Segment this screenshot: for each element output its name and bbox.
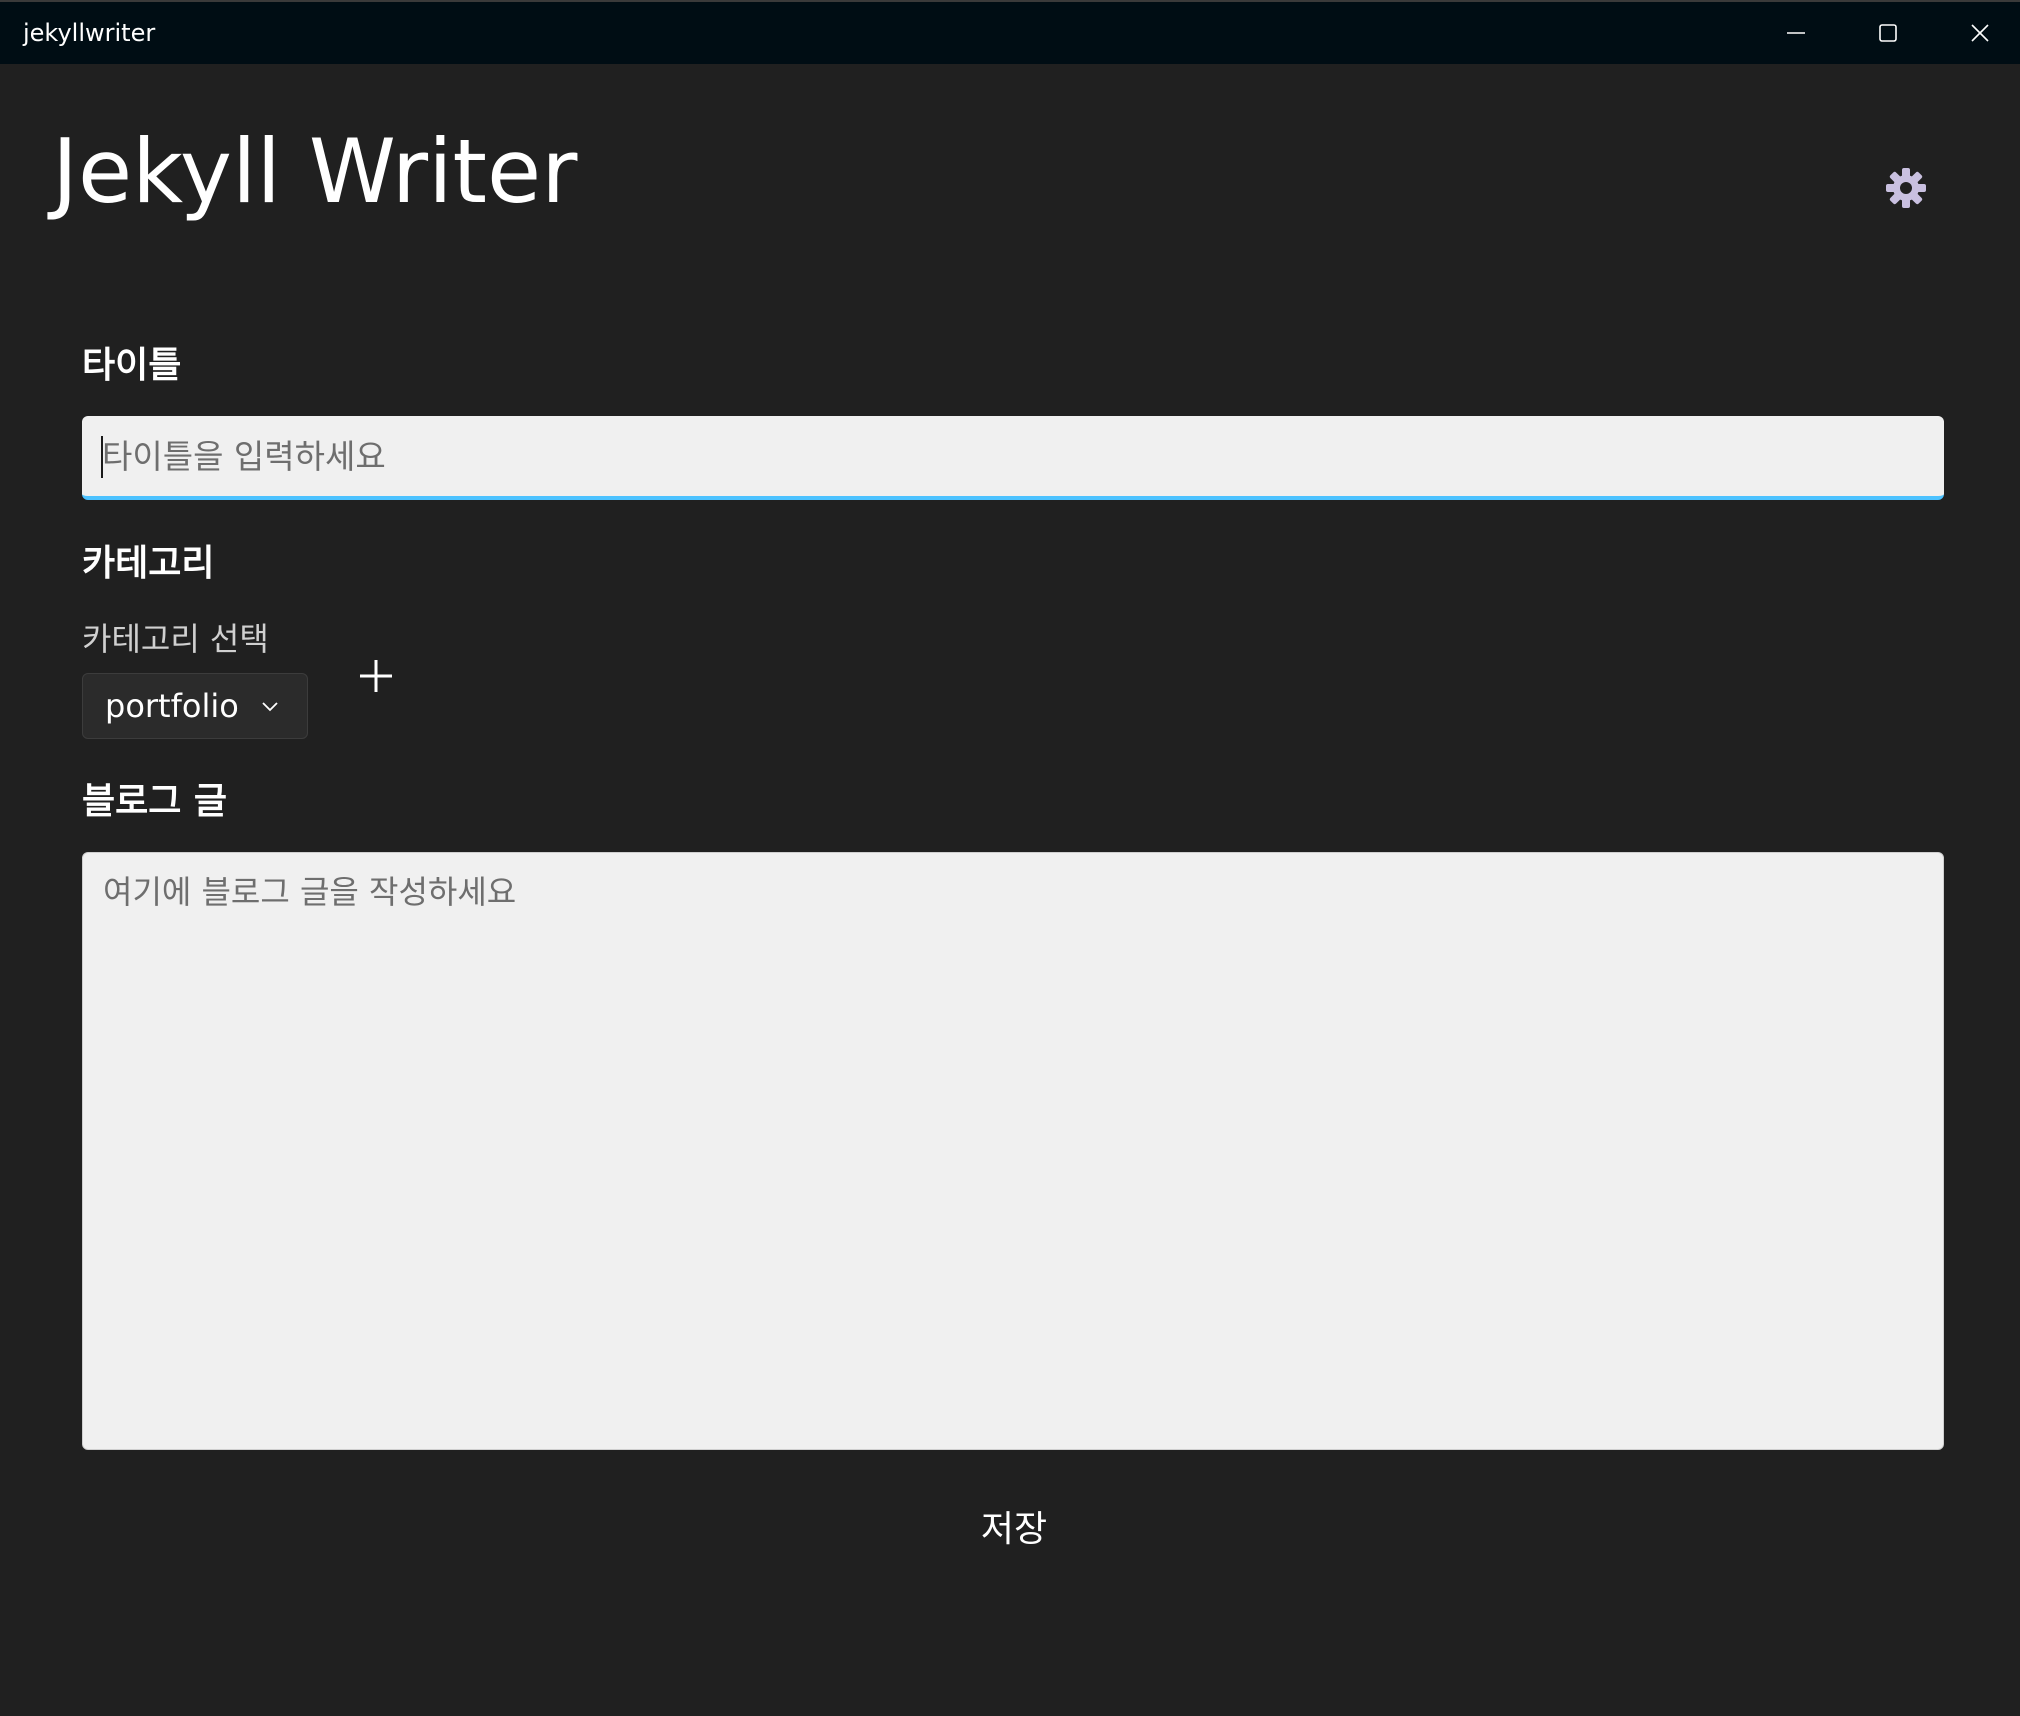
category-selected-value: portfolio [105,687,239,725]
save-button[interactable]: 저장 [940,1496,1088,1556]
title-input[interactable] [82,416,1944,500]
close-button[interactable] [1934,2,2020,64]
post-label: 블로그 글 [82,781,228,822]
maximize-icon [1877,22,1899,44]
text-caret [101,436,103,478]
post-textarea[interactable] [82,852,1944,1450]
gear-icon [1885,167,1927,213]
category-label: 카테고리 [82,543,215,584]
category-dropdown[interactable]: portfolio [82,673,308,739]
title-label: 타이틀 [82,345,182,386]
chevron-down-icon [261,698,279,717]
close-icon [1969,22,1991,44]
minimize-button[interactable] [1750,2,1842,64]
settings-button[interactable] [1878,162,1934,218]
maximize-button[interactable] [1842,2,1934,64]
app-title: Jekyll Writer [52,120,578,223]
window-titlebar: jekyllwriter [0,0,2020,64]
minimize-icon [1785,22,1807,44]
window-app-name: jekyllwriter [23,19,156,47]
plus-icon [352,660,400,704]
add-category-button[interactable] [352,652,400,700]
category-select-hint: 카테고리 선택 [82,620,269,658]
